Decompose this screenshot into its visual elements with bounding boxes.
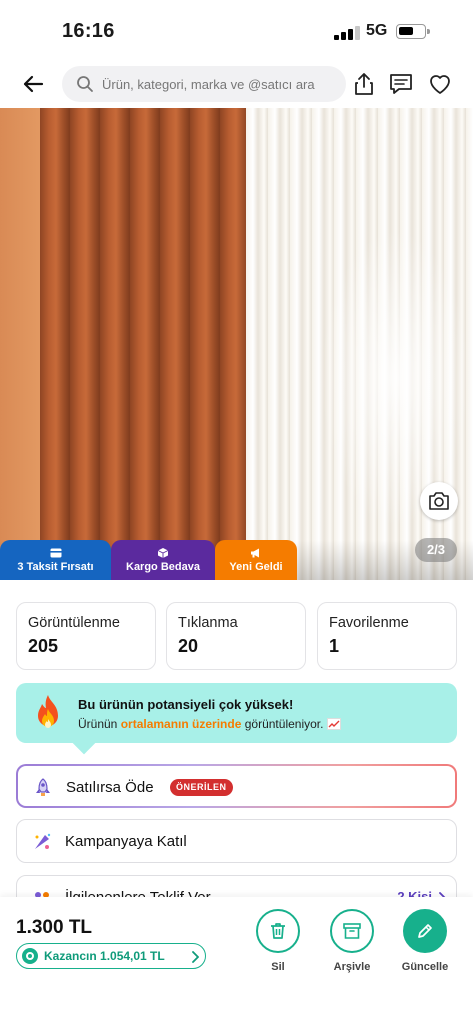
product-image[interactable]: 2/3	[0, 108, 473, 580]
status-time: 16:16	[62, 20, 115, 42]
rocket-icon	[32, 777, 54, 799]
earnings-text: Kazancın 1.054,01 TL	[44, 949, 165, 963]
back-arrow-icon[interactable]	[18, 68, 50, 100]
recommended-badge: ÖNERİLEN	[170, 779, 233, 796]
stat-label: Görüntülenme	[28, 615, 120, 631]
card-icon	[50, 548, 62, 558]
signal-icon	[334, 24, 360, 40]
campaign-icon	[31, 831, 53, 853]
delete-button[interactable]: Sil	[248, 909, 308, 973]
stat-views: Görüntülenme 205	[16, 602, 156, 670]
camera-icon[interactable]	[420, 482, 458, 520]
megaphone-icon	[250, 548, 262, 558]
stat-label: Tıklanma	[178, 615, 238, 631]
free-shipping-badge-label: Kargo Bedava	[126, 560, 200, 573]
installment-badge-label: 3 Taksit Fırsatı	[17, 560, 94, 573]
coin-icon	[22, 948, 38, 964]
pencil-icon	[418, 924, 432, 938]
trend-chart-icon	[327, 718, 342, 733]
image-page-indicator: 2/3	[415, 538, 457, 562]
message-icon[interactable]	[387, 70, 415, 98]
potential-title: Bu ürünün potansiyeli çok yüksek!	[78, 697, 294, 712]
potential-highlight: ortalamanın üzerinde	[120, 717, 242, 731]
join-campaign-row[interactable]: Kampanyaya Katıl	[16, 819, 457, 863]
search-input[interactable]	[102, 66, 342, 102]
promo-badges: 3 Taksit Fırsatı Kargo Bedava Yeni Geldi	[0, 540, 297, 580]
delete-label: Sil	[271, 961, 285, 973]
stat-value: 20	[178, 636, 199, 656]
stat-favorites: Favorilenme 1	[317, 602, 457, 670]
curtain-image	[40, 108, 254, 580]
search-icon	[76, 75, 94, 93]
pay-if-sold-label: Satılırsa Öde	[66, 779, 154, 796]
bottom-action-bar: 1.300 TL Kazancın 1.054,01 TL Sil Arşivl…	[0, 897, 473, 1024]
stat-value: 205	[28, 636, 59, 656]
join-campaign-label: Kampanyaya Katıl	[65, 833, 187, 850]
share-icon[interactable]	[350, 70, 378, 98]
update-label: Güncelle	[401, 961, 449, 973]
archive-label: Arşivle	[333, 961, 371, 973]
potential-banner: Bu ürünün potansiyeli çok yüksek! Ürünün…	[16, 683, 457, 755]
search-bar[interactable]	[62, 66, 346, 102]
installment-badge: 3 Taksit Fırsatı	[0, 540, 111, 580]
update-button[interactable]: Güncelle	[395, 909, 455, 973]
heart-icon[interactable]	[426, 70, 454, 98]
battery-icon	[396, 24, 430, 39]
pay-if-sold-row[interactable]: Satılırsa Öde ÖNERİLEN	[16, 764, 457, 808]
stat-label: Favorilenme	[329, 615, 409, 631]
box-icon	[157, 547, 169, 558]
potential-description: Ürünün ortalamanın üzerinde görüntüleniy…	[78, 717, 342, 733]
stats-row: Görüntülenme 205 Tıklanma 20 Favorilenme…	[16, 602, 457, 670]
network-type: 5G	[366, 22, 388, 39]
chevron-right-icon	[191, 950, 200, 968]
product-price: 1.300 TL	[16, 917, 93, 938]
archive-button[interactable]: Arşivle	[322, 909, 382, 973]
free-shipping-badge: Kargo Bedava	[111, 540, 215, 580]
fire-icon	[30, 693, 66, 733]
new-arrival-badge: Yeni Geldi	[215, 540, 297, 580]
new-arrival-badge-label: Yeni Geldi	[229, 560, 283, 573]
earnings-pill[interactable]: Kazancın 1.054,01 TL	[16, 943, 206, 969]
trash-icon	[271, 923, 285, 939]
archive-icon	[343, 923, 361, 939]
status-bar: 16:16 5G	[0, 0, 473, 60]
header	[0, 62, 473, 106]
stat-value: 1	[329, 636, 340, 656]
stat-clicks: Tıklanma 20	[166, 602, 306, 670]
